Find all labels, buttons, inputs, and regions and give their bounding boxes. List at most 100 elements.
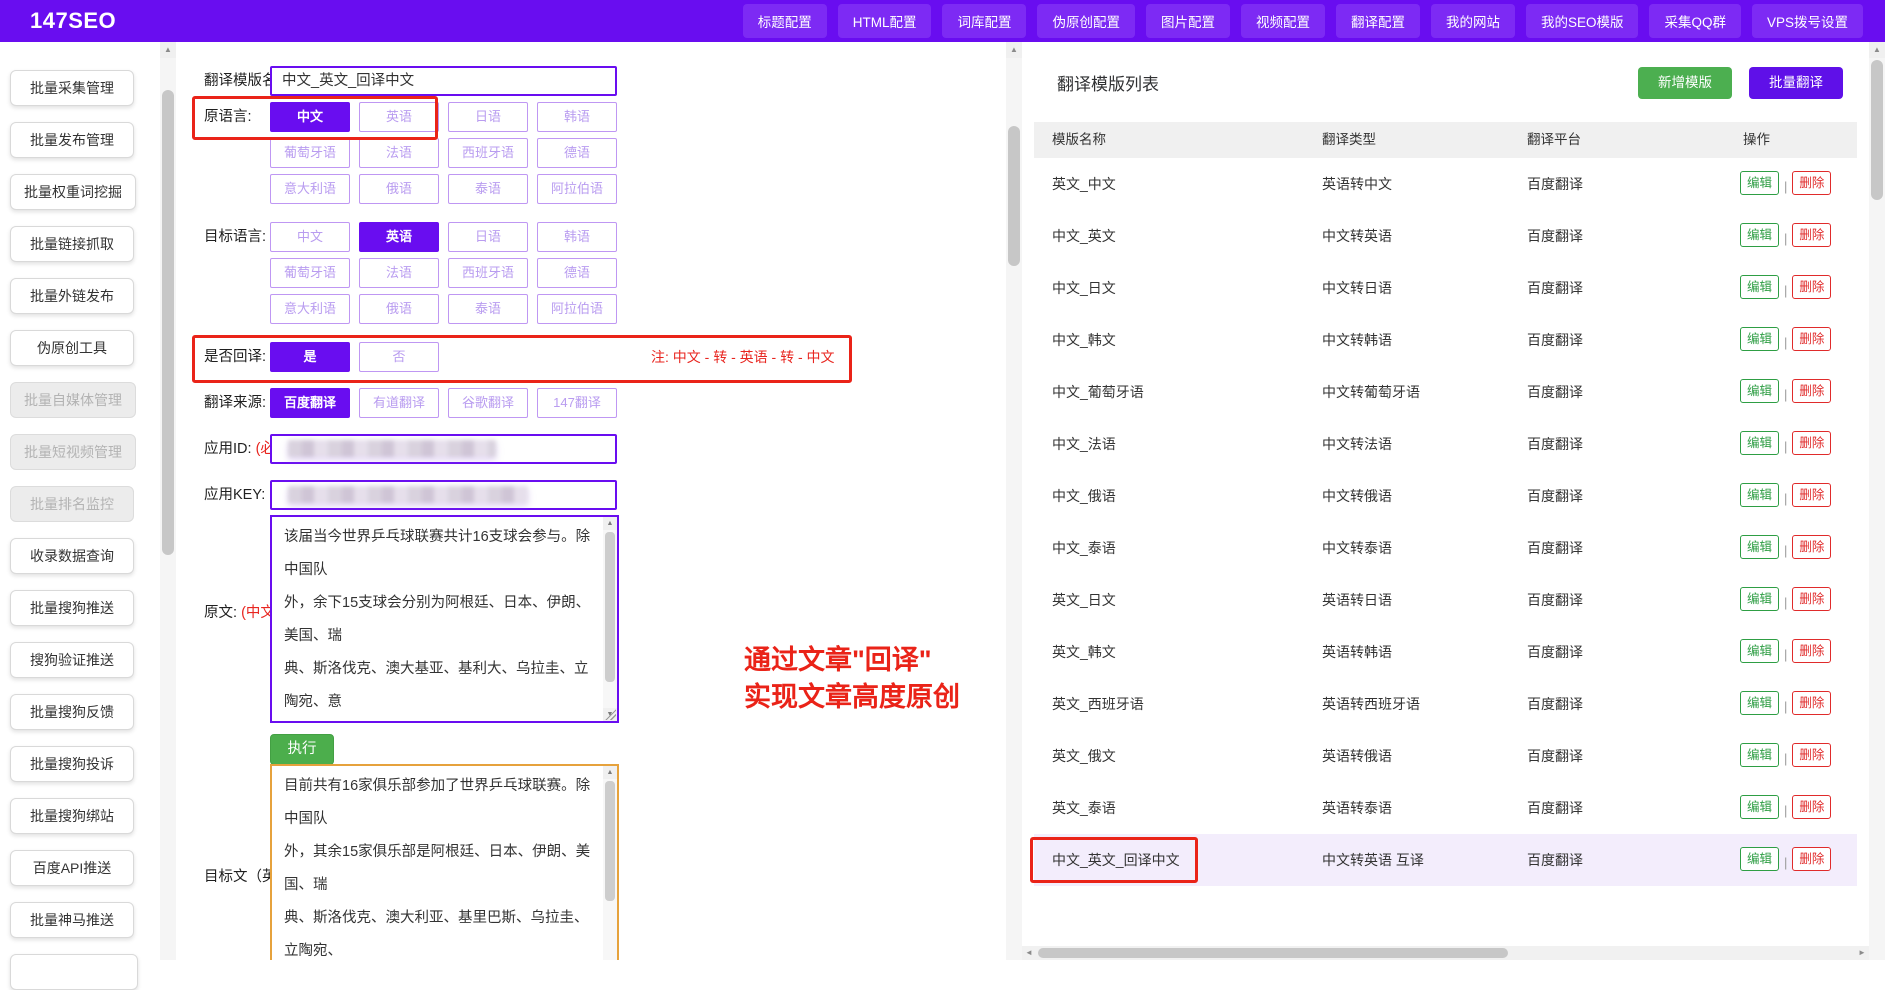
- source-language-option-10[interactable]: 泰语: [448, 174, 528, 204]
- source-language-option-11[interactable]: 阿拉伯语: [537, 174, 617, 204]
- sidebar-scrollbar[interactable]: ▲: [160, 42, 176, 960]
- scrollbar-thumb[interactable]: [605, 781, 615, 901]
- horizontal-scrollbar[interactable]: ◄ ►: [1022, 946, 1869, 960]
- sidebar-item-0[interactable]: 批量采集管理: [10, 70, 134, 106]
- app-id-input[interactable]: [270, 434, 617, 464]
- source-language-option-3[interactable]: 韩语: [537, 102, 617, 132]
- delete-button[interactable]: 删除: [1792, 847, 1831, 871]
- edit-button[interactable]: 编辑: [1740, 639, 1779, 663]
- scroll-up-icon[interactable]: ▲: [1869, 42, 1885, 58]
- target-language-option-0[interactable]: 中文: [270, 222, 350, 252]
- target-language-option-2[interactable]: 日语: [448, 222, 528, 252]
- edit-button[interactable]: 编辑: [1740, 171, 1779, 195]
- sidebar-item-17[interactable]: [10, 954, 138, 990]
- source-language-option-1[interactable]: 英语: [359, 102, 439, 132]
- nav-item-4[interactable]: 图片配置: [1146, 4, 1230, 38]
- delete-button[interactable]: 删除: [1792, 327, 1831, 351]
- scroll-up-icon[interactable]: ▲: [1006, 42, 1022, 58]
- source-language-option-0[interactable]: 中文: [270, 102, 350, 132]
- sidebar-item-15[interactable]: 百度API推送: [10, 850, 134, 886]
- nav-item-3[interactable]: 伪原创配置: [1037, 4, 1135, 38]
- delete-button[interactable]: 删除: [1792, 379, 1831, 403]
- edit-button[interactable]: 编辑: [1740, 483, 1779, 507]
- form-panel-scrollbar[interactable]: ▲: [1006, 42, 1022, 960]
- target-language-option-7[interactable]: 德语: [537, 258, 617, 288]
- scroll-up-icon[interactable]: ▲: [160, 42, 176, 58]
- source-language-option-2[interactable]: 日语: [448, 102, 528, 132]
- sidebar-item-14[interactable]: 批量搜狗绑站: [10, 798, 134, 834]
- scroll-right-icon[interactable]: ►: [1855, 946, 1869, 960]
- app-key-input[interactable]: [270, 480, 617, 510]
- nav-item-7[interactable]: 我的网站: [1431, 4, 1515, 38]
- sidebar-item-12[interactable]: 批量搜狗反馈: [10, 694, 134, 730]
- nav-item-5[interactable]: 视频配置: [1241, 4, 1325, 38]
- edit-button[interactable]: 编辑: [1740, 847, 1779, 871]
- scrollbar-thumb[interactable]: [1038, 948, 1508, 958]
- translate-source-option-1[interactable]: 有道翻译: [359, 388, 439, 418]
- target-language-option-5[interactable]: 法语: [359, 258, 439, 288]
- translate-source-option-3[interactable]: 147翻译: [537, 388, 617, 418]
- target-language-option-8[interactable]: 意大利语: [270, 294, 350, 324]
- translate-source-option-0[interactable]: 百度翻译: [270, 388, 350, 418]
- template-name-input[interactable]: 中文_英文_回译中文: [270, 66, 617, 96]
- page-scrollbar[interactable]: ▲: [1869, 42, 1885, 960]
- scrollbar-thumb[interactable]: [1008, 126, 1020, 266]
- scroll-left-icon[interactable]: ◄: [1022, 946, 1036, 960]
- source-language-option-5[interactable]: 法语: [359, 138, 439, 168]
- edit-button[interactable]: 编辑: [1740, 275, 1779, 299]
- edit-button[interactable]: 编辑: [1740, 223, 1779, 247]
- sidebar-item-1[interactable]: 批量发布管理: [10, 122, 134, 158]
- source-language-option-8[interactable]: 意大利语: [270, 174, 350, 204]
- sidebar-item-10[interactable]: 批量搜狗推送: [10, 590, 134, 626]
- scrollbar-thumb[interactable]: [1871, 60, 1883, 200]
- source-language-option-9[interactable]: 俄语: [359, 174, 439, 204]
- target-language-option-4[interactable]: 葡萄牙语: [270, 258, 350, 288]
- scrollbar-thumb[interactable]: [605, 532, 615, 682]
- edit-button[interactable]: 编辑: [1740, 327, 1779, 351]
- target-language-option-1[interactable]: 英语: [359, 222, 439, 252]
- scroll-up-icon[interactable]: ▲: [603, 517, 617, 530]
- nav-item-8[interactable]: 我的SEO模版: [1526, 4, 1639, 38]
- execute-button[interactable]: 执行: [270, 734, 334, 765]
- sidebar-item-11[interactable]: 搜狗验证推送: [10, 642, 134, 678]
- sidebar-item-9[interactable]: 收录数据查询: [10, 538, 134, 574]
- nav-item-0[interactable]: 标题配置: [743, 4, 827, 38]
- source-language-option-7[interactable]: 德语: [537, 138, 617, 168]
- source-text-area[interactable]: 该届当今世界乒乓球联赛共计16支球会参与。除中国队 外，余下15支球会分别为阿根…: [270, 515, 619, 723]
- nav-item-1[interactable]: HTML配置: [838, 4, 932, 38]
- target-language-option-3[interactable]: 韩语: [537, 222, 617, 252]
- scrollbar-thumb[interactable]: [162, 90, 174, 555]
- resize-grip-icon[interactable]: [604, 708, 616, 720]
- delete-button[interactable]: 删除: [1792, 431, 1831, 455]
- target-language-option-11[interactable]: 阿拉伯语: [537, 294, 617, 324]
- target-text-area[interactable]: 目前共有16家俱乐部参加了世界乒乓球联赛。除中国队 外，其余15家俱乐部是阿根廷…: [270, 764, 619, 960]
- sidebar-item-4[interactable]: 批量外链发布: [10, 278, 134, 314]
- target-language-option-10[interactable]: 泰语: [448, 294, 528, 324]
- source-language-option-6[interactable]: 西班牙语: [448, 138, 528, 168]
- sidebar-item-13[interactable]: 批量搜狗投诉: [10, 746, 134, 782]
- target-language-option-9[interactable]: 俄语: [359, 294, 439, 324]
- sidebar-item-3[interactable]: 批量链接抓取: [10, 226, 134, 262]
- scroll-up-icon[interactable]: ▲: [603, 766, 617, 779]
- edit-button[interactable]: 编辑: [1740, 795, 1779, 819]
- delete-button[interactable]: 删除: [1792, 535, 1831, 559]
- source-language-option-4[interactable]: 葡萄牙语: [270, 138, 350, 168]
- textarea-scrollbar[interactable]: ▲ ▼: [603, 517, 617, 721]
- edit-button[interactable]: 编辑: [1740, 587, 1779, 611]
- add-template-button[interactable]: 新增模版: [1638, 67, 1732, 99]
- delete-button[interactable]: 删除: [1792, 587, 1831, 611]
- delete-button[interactable]: 删除: [1792, 691, 1831, 715]
- delete-button[interactable]: 删除: [1792, 795, 1831, 819]
- sidebar-item-2[interactable]: 批量权重词挖掘: [10, 174, 136, 210]
- delete-button[interactable]: 删除: [1792, 639, 1831, 663]
- sidebar-item-5[interactable]: 伪原创工具: [10, 330, 134, 366]
- edit-button[interactable]: 编辑: [1740, 691, 1779, 715]
- nav-item-9[interactable]: 采集QQ群: [1649, 4, 1741, 38]
- delete-button[interactable]: 删除: [1792, 171, 1831, 195]
- edit-button[interactable]: 编辑: [1740, 431, 1779, 455]
- delete-button[interactable]: 删除: [1792, 743, 1831, 767]
- nav-item-2[interactable]: 词库配置: [942, 4, 1026, 38]
- textarea-scrollbar[interactable]: ▲: [603, 766, 617, 960]
- nav-item-6[interactable]: 翻译配置: [1336, 4, 1420, 38]
- edit-button[interactable]: 编辑: [1740, 379, 1779, 403]
